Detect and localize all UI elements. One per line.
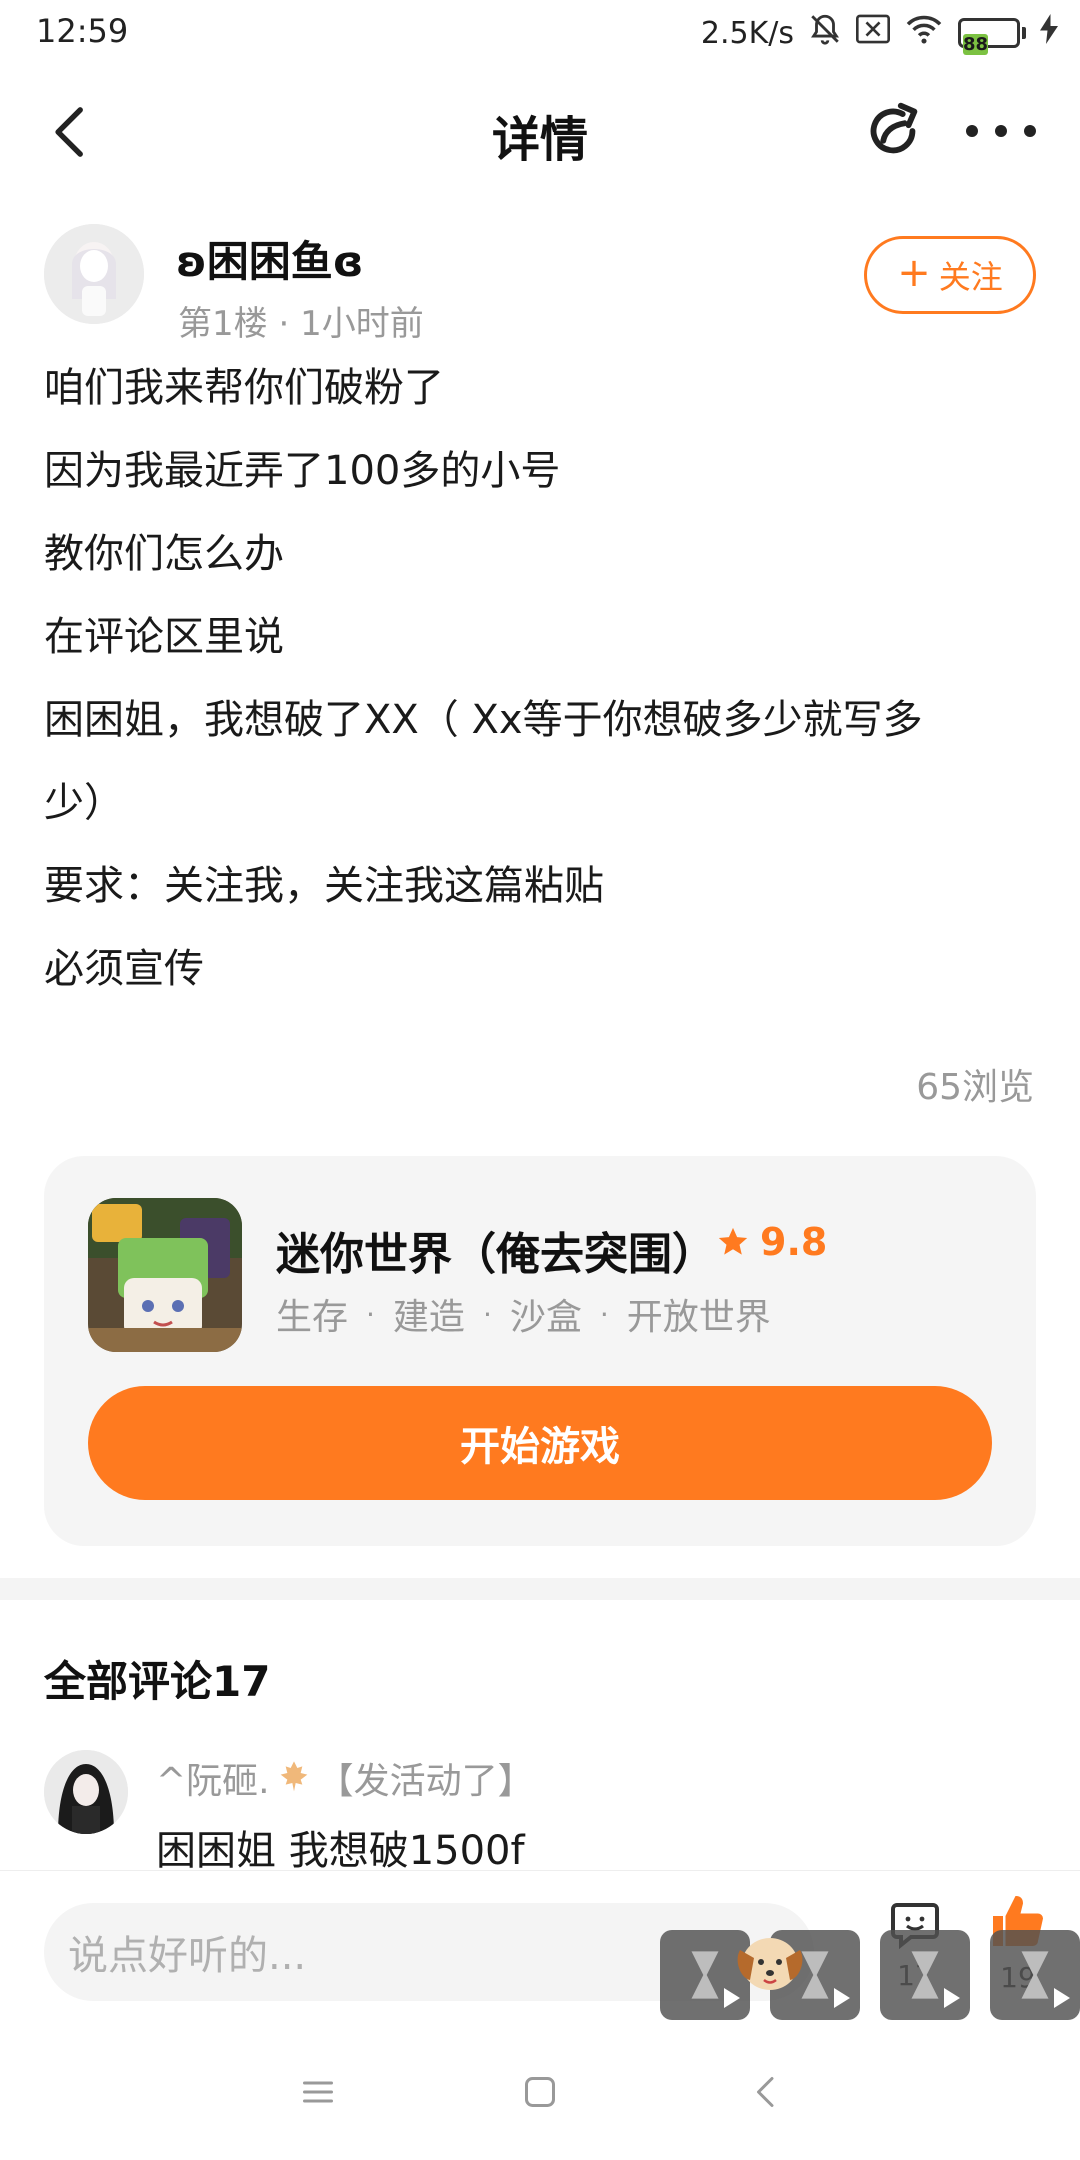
plus-icon: +	[897, 250, 931, 296]
maple-leaf-icon	[280, 1761, 307, 1792]
game-card[interactable]: 迷你世界（俺去突围） 9.8 生存 · 建造 · 沙盒 · 开放世界 开始游戏	[44, 1156, 1036, 1546]
star-icon	[718, 1227, 748, 1255]
top-nav-bar: 详情	[0, 66, 1080, 202]
follow-button[interactable]: + 关注	[864, 236, 1036, 314]
share-icon	[870, 102, 918, 154]
game-tag: 沙盒	[509, 1297, 582, 1338]
more-dot	[1024, 125, 1036, 137]
floating-video-strip[interactable]	[660, 1930, 1080, 2020]
start-game-button[interactable]: 开始游戏	[88, 1386, 992, 1500]
video-thumbnail[interactable]	[880, 1930, 970, 2020]
game-title: 迷你世界（俺去突围）	[276, 1229, 716, 1280]
game-rating: 9.8	[716, 1220, 827, 1264]
tag-separator: ·	[482, 1297, 492, 1331]
post-line: 要求：关注我，关注我这篇粘贴	[44, 863, 604, 909]
post-line: 困困姐，我想破了XX（ Xx等于你想破多少就写多	[44, 697, 923, 743]
system-back-icon[interactable]	[748, 2074, 784, 2114]
video-thumbnail[interactable]	[990, 1930, 1080, 2020]
follow-label: 关注	[938, 258, 1003, 296]
battery-level: 88	[963, 34, 989, 55]
comments-header: 全部评论17	[44, 1657, 271, 1706]
hourglass-icon	[1021, 1951, 1049, 1999]
game-tags: 生存 · 建造 · 沙盒 · 开放世界	[276, 1288, 771, 1340]
comment-user[interactable]: ^阮砸. 【发活动了】	[156, 1752, 534, 1804]
commenter-name: ^阮砸.	[156, 1761, 270, 1802]
menu-icon[interactable]	[300, 2074, 336, 2114]
wifi-icon	[904, 13, 944, 53]
rating-value: 9.8	[760, 1220, 828, 1264]
status-time: 12:59	[36, 12, 129, 50]
commenter-avatar[interactable]	[44, 1750, 128, 1834]
game-tag: 建造	[392, 1297, 465, 1338]
sim-x-icon	[856, 14, 890, 52]
share-button[interactable]	[858, 96, 928, 166]
post-body: 咱们我来帮你们破粉了 因为我最近弄了100多的小号 教你们怎么办 在评论区里说 …	[44, 362, 1044, 1026]
author-name[interactable]: ʚ困困鱼ɞ	[176, 228, 363, 289]
game-tag: 开放世界	[626, 1297, 771, 1338]
view-count: 65浏览	[916, 1067, 1034, 1108]
tag-separator: ·	[599, 1297, 609, 1331]
system-nav-bar	[0, 2030, 1080, 2160]
meta-separator: ·	[267, 304, 301, 344]
comment-text: 困困姐 我想破1500f	[156, 1828, 525, 1874]
section-divider	[0, 1578, 1080, 1600]
play-icon	[834, 1988, 850, 2008]
bell-off-icon	[808, 12, 842, 54]
play-icon	[944, 1988, 960, 2008]
charging-icon	[1040, 14, 1058, 52]
author-avatar[interactable]	[44, 224, 144, 324]
post-line: 少）	[44, 780, 124, 826]
post-line: 咱们我来帮你们破粉了	[44, 365, 444, 411]
post-line: 因为我最近弄了100多的小号	[44, 448, 561, 494]
commenter-badge: 【发活动了】	[317, 1761, 534, 1802]
play-icon	[1054, 1988, 1070, 2008]
dog-sticker-icon[interactable]	[730, 1920, 810, 2000]
post-line: 在评论区里说	[44, 614, 284, 660]
battery-icon: 88	[958, 18, 1026, 55]
more-button[interactable]	[966, 106, 1036, 156]
home-icon[interactable]	[522, 2074, 558, 2114]
floor-label: 第1楼	[178, 304, 268, 344]
post-time: 1小时前	[300, 304, 424, 344]
more-dot	[995, 125, 1007, 137]
post-line: 必须宣传	[44, 946, 204, 992]
post-meta: 第1楼 · 1小时前	[178, 296, 424, 345]
network-speed: 2.5K/s	[700, 15, 794, 51]
game-icon[interactable]	[88, 1198, 242, 1352]
game-tag: 生存	[276, 1297, 349, 1338]
post-line: 教你们怎么办	[44, 531, 284, 577]
hourglass-icon	[691, 1951, 719, 1999]
more-dot	[966, 125, 978, 137]
tag-separator: ·	[366, 1297, 375, 1331]
status-icons: 2.5K/s 88	[700, 12, 1058, 55]
status-bar: 12:59 2.5K/s 88	[0, 0, 1080, 66]
hourglass-icon	[911, 1951, 939, 1999]
